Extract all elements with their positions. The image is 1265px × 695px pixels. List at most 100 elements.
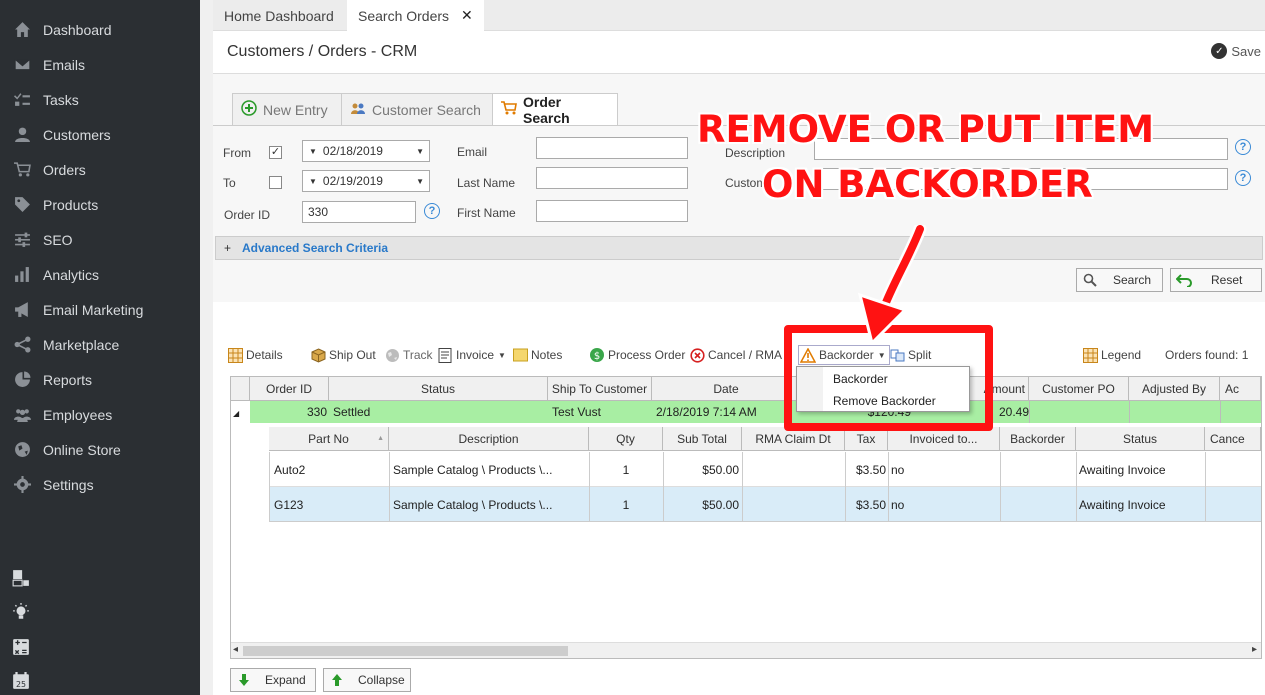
sidebar-item-employees[interactable]: Employees — [0, 397, 200, 432]
expand-plus-icon[interactable]: + — [224, 241, 238, 255]
description-cell: Sample Catalog \ Products \... — [393, 497, 553, 512]
cancel-rma-button[interactable]: Cancel / RMA — [689, 346, 782, 364]
status-cell: Awaiting Invoice — [1079, 497, 1166, 512]
order-id-cell: 330 — [306, 405, 327, 419]
scroll-left-icon[interactable]: ◂ — [233, 644, 238, 655]
process-order-button[interactable]: $ Process Order — [589, 346, 685, 364]
main-panel: Home Dashboard Search Orders ✕ Customers … — [213, 0, 1265, 695]
column-header-customer-po[interactable]: Customer PO — [1029, 377, 1129, 401]
row-expand-arrow[interactable]: ◢ — [233, 403, 247, 423]
column-header-description[interactable]: Description — [389, 427, 589, 451]
search-button[interactable]: Search — [1076, 268, 1163, 292]
advanced-search-bar[interactable]: + Advanced Search Criteria — [215, 236, 1263, 260]
user-icon — [12, 127, 32, 143]
last-name-field[interactable] — [536, 167, 688, 189]
from-checkbox[interactable]: ✓ — [269, 146, 282, 159]
sidebar-item-email-marketing[interactable]: Email Marketing — [0, 292, 200, 327]
chevron-down-icon[interactable]: ▼ — [416, 177, 424, 186]
column-header-ship-to[interactable]: Ship To Customer — [548, 377, 652, 401]
tab-order-search[interactable]: Order Search — [492, 93, 618, 126]
from-date-value: 02/18/2019 — [322, 144, 383, 158]
legend-button[interactable]: Legend — [1082, 346, 1141, 364]
help-icon[interactable]: ? — [1235, 170, 1251, 186]
close-icon[interactable]: ✕ — [461, 7, 473, 24]
sidebar-item-label: Marketplace — [43, 336, 120, 353]
collapse-button[interactable]: Collapse — [323, 668, 411, 692]
help-icon[interactable]: ? — [1235, 139, 1251, 155]
qty-cell: 1 — [622, 462, 630, 477]
custom-label: Custom — [725, 176, 767, 190]
column-header-date[interactable]: Date — [652, 377, 801, 401]
sidebar-item-label: Settings — [43, 476, 94, 493]
column-header-status[interactable]: Status — [329, 377, 548, 401]
sidebar: Dashboard Emails Tasks Customers Orders … — [0, 0, 200, 695]
process-icon: $ — [589, 347, 605, 363]
scrollbar-thumb[interactable] — [243, 646, 568, 656]
cancel-icon — [689, 347, 705, 363]
track-button[interactable]: Track — [384, 346, 433, 364]
to-date-picker[interactable]: ▼ 02/19/2019 ▼ — [302, 170, 430, 192]
column-header-sub-total[interactable]: Sub Total — [663, 427, 742, 451]
column-header-line-status[interactable]: Status — [1076, 427, 1205, 451]
collapse-label: Collapse — [358, 673, 405, 687]
first-name-field[interactable] — [536, 200, 688, 222]
sidebar-item-customers[interactable]: Customers — [0, 117, 200, 152]
column-header-backorder[interactable]: Backorder — [1000, 427, 1076, 451]
sidebar-item-emails[interactable]: Emails — [0, 47, 200, 82]
save-button[interactable]: ✓ Save — [1211, 43, 1261, 59]
sidebar-item-products[interactable]: Products — [0, 187, 200, 222]
calendar-icon[interactable]: 25 — [12, 672, 30, 690]
ship-out-button[interactable]: Ship Out — [310, 346, 376, 364]
tab-new-entry[interactable]: New Entry — [232, 93, 342, 126]
sidebar-item-settings[interactable]: Settings — [0, 467, 200, 502]
tab-search-orders[interactable]: Search Orders ✕ — [347, 0, 484, 31]
notes-button[interactable]: Notes — [512, 346, 562, 364]
from-date-picker[interactable]: ▼ 02/18/2019 ▼ — [302, 140, 430, 162]
toolbar-label: Cancel / RMA — [708, 348, 783, 362]
column-header-ac[interactable]: Ac — [1220, 377, 1261, 401]
divider — [845, 452, 846, 522]
details-button[interactable]: Details — [227, 346, 283, 364]
sidebar-item-dashboard[interactable]: Dashboard — [0, 12, 200, 47]
column-header-qty[interactable]: Qty — [589, 427, 663, 451]
sidebar-item-reports[interactable]: Reports — [0, 362, 200, 397]
tab-label: New Entry — [263, 101, 328, 118]
orders-grid[interactable]: Order ID Status Ship To Customer Date Am… — [230, 376, 1262, 659]
divider — [1000, 452, 1001, 522]
layout-icon[interactable] — [12, 569, 30, 587]
svg-text:$: $ — [594, 351, 600, 362]
sidebar-item-online-store[interactable]: Online Store — [0, 432, 200, 467]
horizontal-scrollbar[interactable]: ◂ ▸ — [231, 642, 1261, 658]
megaphone-icon — [12, 302, 32, 318]
home-icon — [12, 22, 32, 38]
column-header-adjusted-by[interactable]: Adjusted By — [1129, 377, 1220, 401]
divider — [389, 452, 390, 522]
date-cell: 2/18/2019 7:14 AM — [656, 405, 757, 419]
email-field[interactable] — [536, 137, 688, 159]
sidebar-item-tasks[interactable]: Tasks — [0, 82, 200, 117]
advanced-search-label[interactable]: Advanced Search Criteria — [242, 241, 388, 255]
scroll-right-icon[interactable]: ▸ — [1252, 644, 1257, 655]
reset-button[interactable]: Reset — [1170, 268, 1262, 292]
sidebar-item-marketplace[interactable]: Marketplace — [0, 327, 200, 362]
sidebar-item-analytics[interactable]: Analytics — [0, 257, 200, 292]
calculator-icon[interactable] — [12, 638, 30, 656]
column-header-order-id[interactable]: Order ID — [250, 377, 329, 401]
sidebar-item-seo[interactable]: SEO — [0, 222, 200, 257]
tab-label: Order Search — [523, 93, 570, 126]
invoice-dropdown[interactable]: Invoice ▼ — [437, 346, 506, 364]
help-icon[interactable]: ? — [424, 203, 440, 219]
tab-home-dashboard[interactable]: Home Dashboard — [213, 0, 345, 31]
to-checkbox[interactable] — [269, 176, 282, 189]
divider — [1205, 452, 1206, 522]
column-header-cancel[interactable]: Cance — [1205, 427, 1261, 451]
grid-icon — [227, 347, 243, 363]
expand-button[interactable]: Expand — [230, 668, 316, 692]
chevron-down-icon[interactable]: ▼ — [416, 147, 424, 156]
qty-cell: 1 — [622, 497, 630, 512]
tab-customer-search[interactable]: Customer Search — [341, 93, 493, 126]
column-header-part-no[interactable]: Part No ▲ — [269, 427, 389, 451]
sidebar-item-orders[interactable]: Orders — [0, 152, 200, 187]
order-id-field[interactable]: 330 — [302, 201, 416, 223]
lightbulb-icon[interactable] — [12, 603, 30, 621]
